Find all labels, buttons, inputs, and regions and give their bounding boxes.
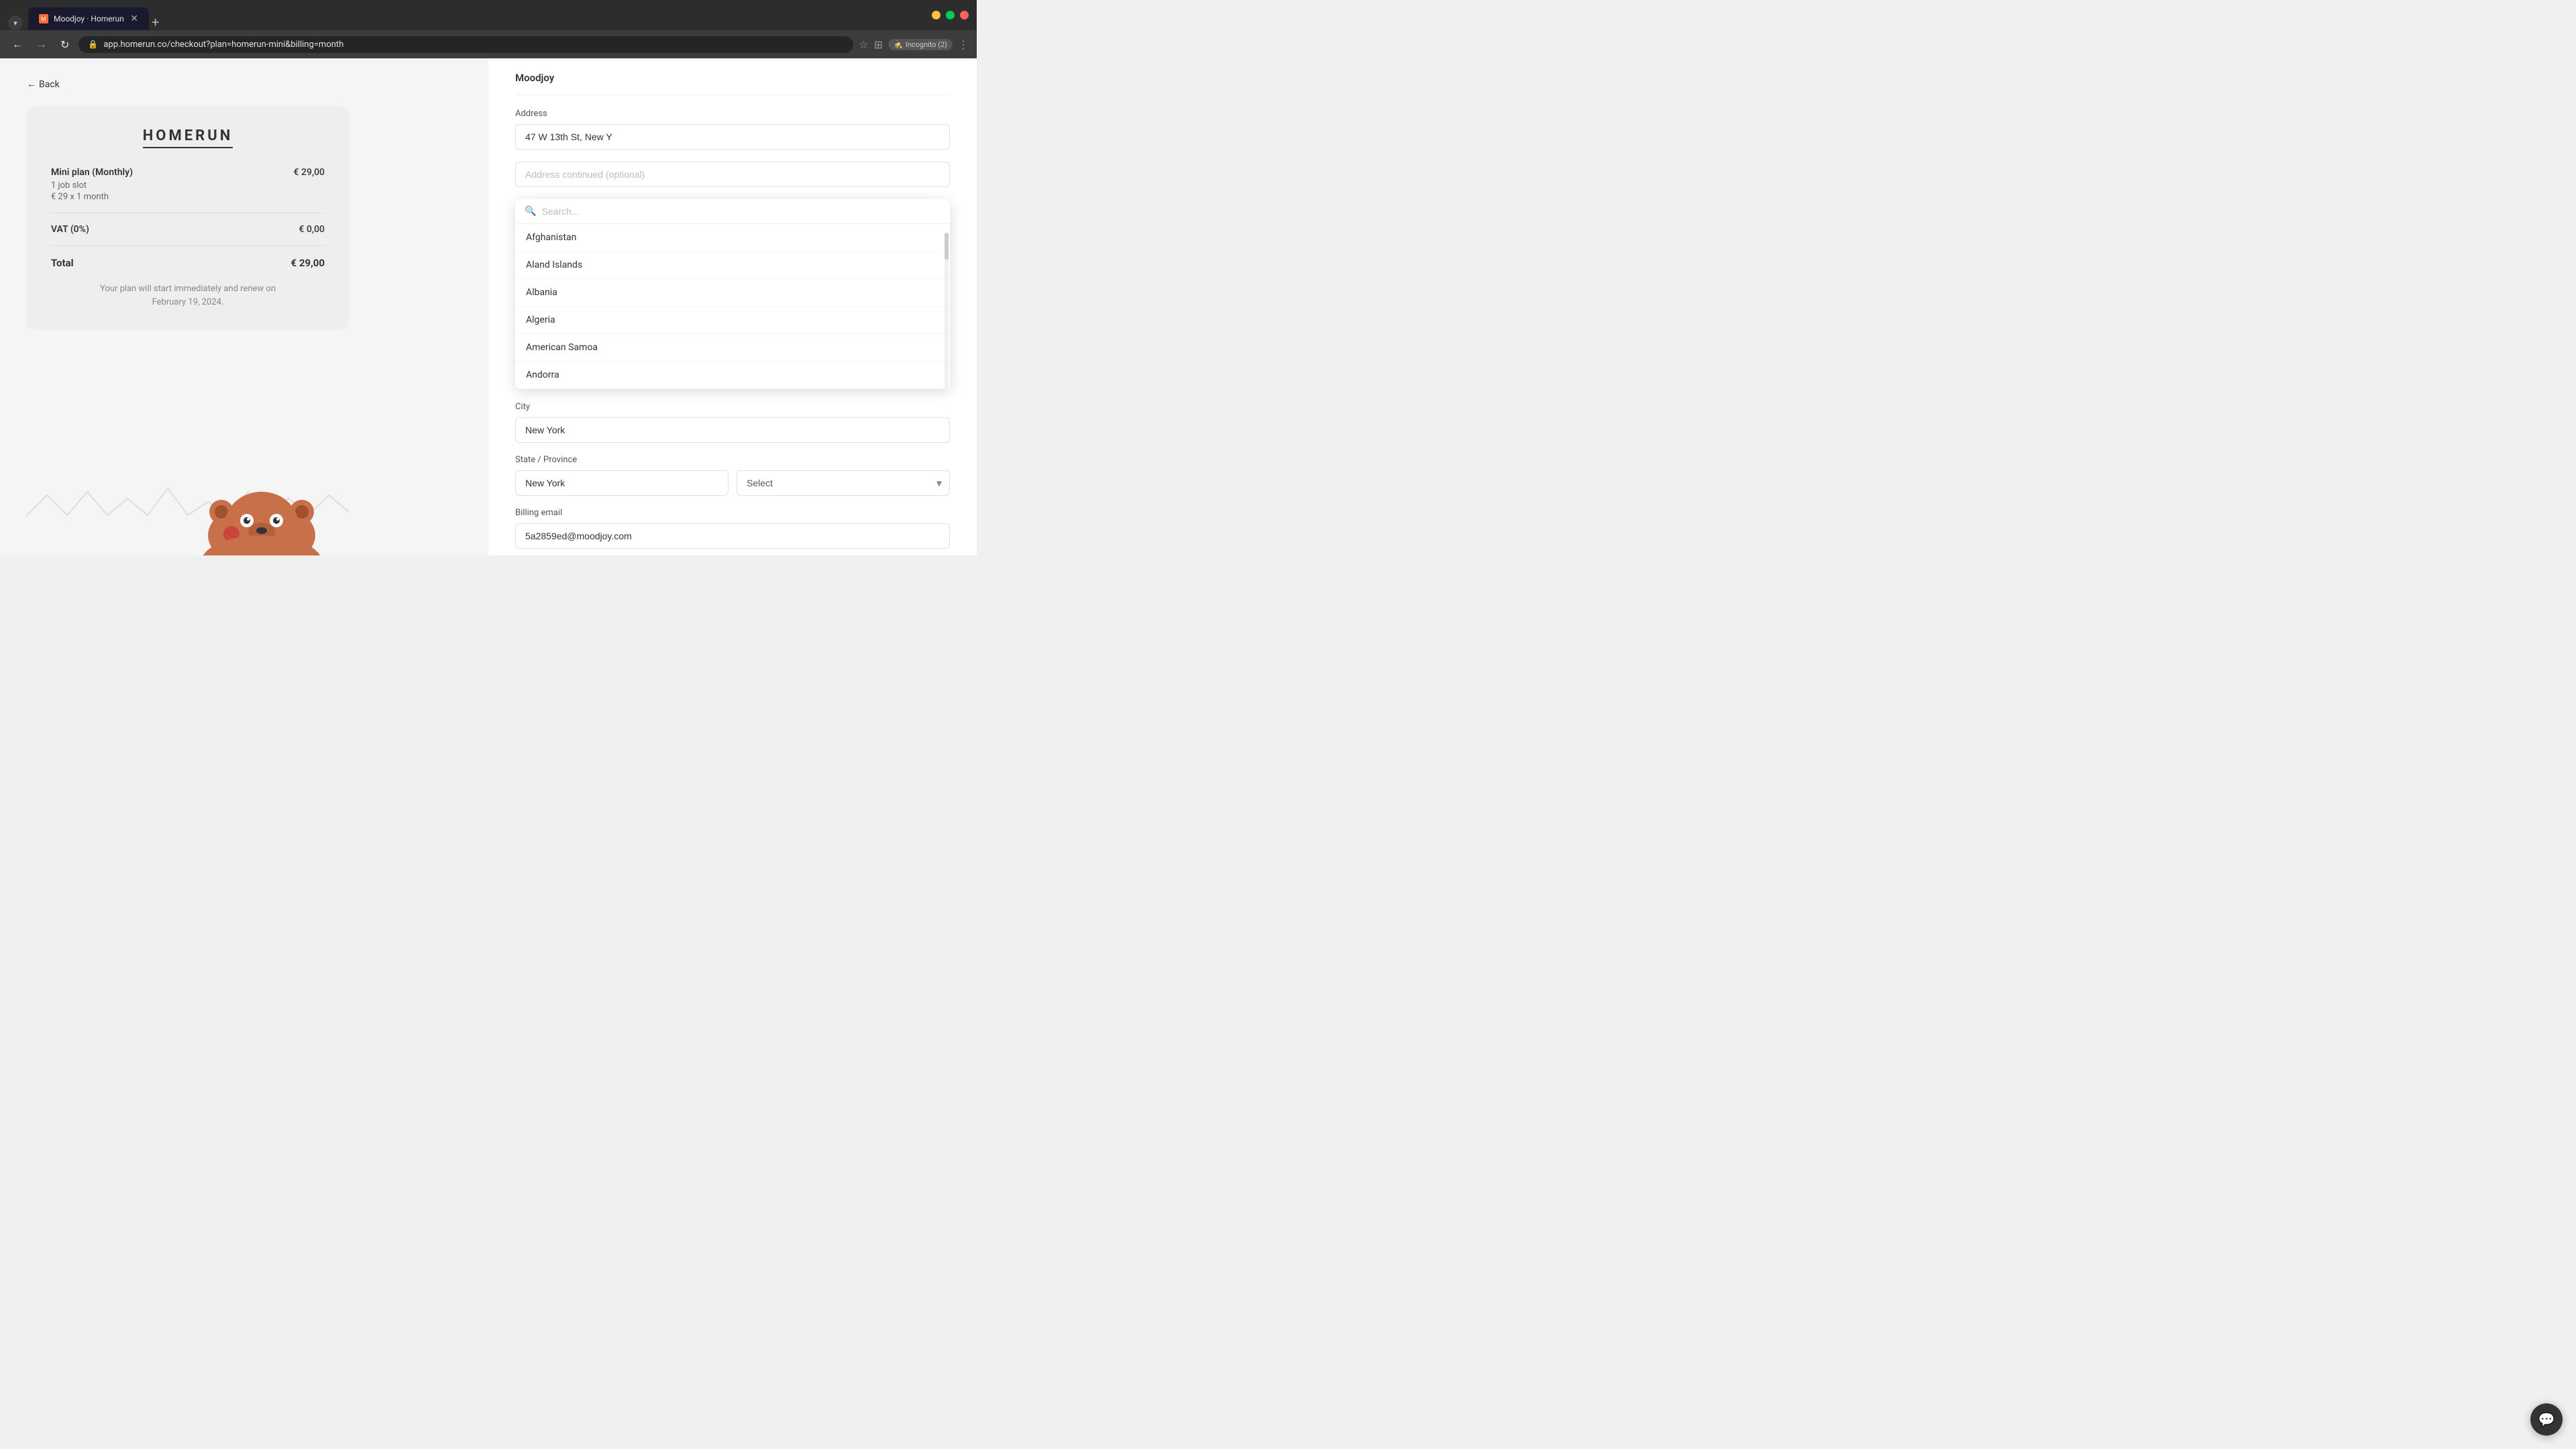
state-group: State / Province Select ▾ — [515, 455, 950, 496]
dropdown-scrollbar[interactable] — [945, 233, 949, 389]
bookmark-icon[interactable]: ☆ — [859, 38, 868, 51]
back-nav-button[interactable]: ← — [8, 35, 27, 54]
incognito-icon: 🕵 — [894, 40, 903, 49]
plan-label: Mini plan (Monthly) — [51, 167, 133, 178]
security-icon: 🔒 — [88, 40, 98, 49]
homerun-logo: HOMERUN — [51, 127, 325, 148]
reload-button[interactable]: ↻ — [56, 36, 73, 54]
renewal-text: Your plan will start immediately and ren… — [100, 284, 276, 307]
browser-chrome: ▾ M Moodjoy · Homerun ✕ + — [0, 0, 977, 30]
country-option-american-samoa[interactable]: American Samoa — [515, 334, 950, 362]
total-line: Total € 29,00 — [51, 257, 325, 269]
new-tab-button[interactable]: + — [152, 14, 159, 30]
job-slot-label: 1 job slot — [51, 180, 325, 191]
country-option-algeria[interactable]: Algeria — [515, 307, 950, 334]
right-panel: Moodjoy Address 🔍 Afghanistan Aland Isla… — [488, 58, 977, 555]
state-row: Select ▾ — [515, 470, 950, 496]
company-name: Moodjoy — [515, 58, 950, 95]
scrollbar-thumb — [945, 233, 949, 260]
total-label: Total — [51, 257, 74, 269]
chat-icon: 💬 — [2538, 1411, 2555, 1428]
minimize-button[interactable] — [932, 11, 941, 19]
renewal-notice: Your plan will start immediately and ren… — [51, 282, 325, 309]
order-card: HOMERUN Mini plan (Monthly) € 29,00 1 jo… — [27, 106, 349, 330]
left-panel: ← Back HOMERUN Mini plan (Monthly) € 29,… — [0, 58, 488, 555]
extensions-icon[interactable]: ⊞ — [874, 38, 883, 51]
maximize-button[interactable] — [946, 11, 955, 19]
total-amount: € 29,00 — [291, 257, 325, 269]
billing-email-group: Billing email — [515, 508, 950, 549]
plan-line: Mini plan (Monthly) € 29,00 — [51, 167, 325, 178]
state-input[interactable] — [515, 470, 729, 496]
mascot-area — [27, 475, 462, 555]
browser-actions: ☆ ⊞ 🕵 Incognito (2) ⋮ — [859, 38, 969, 51]
state-select[interactable]: Select — [737, 470, 950, 496]
country-list: Afghanistan Aland Islands Albania Algeri… — [515, 224, 950, 389]
country-option-albania[interactable]: Albania — [515, 279, 950, 307]
address-continued-input[interactable] — [515, 162, 950, 187]
billing-email-input[interactable] — [515, 523, 950, 549]
plan-price: € 29,00 — [294, 167, 325, 178]
vat-line: VAT (0%) € 0,00 — [51, 224, 325, 235]
city-group: City — [515, 402, 950, 443]
country-option-andorra[interactable]: Andorra — [515, 362, 950, 389]
address-continued-group — [515, 162, 950, 187]
dropdown-search-area: 🔍 — [515, 199, 950, 224]
country-dropdown[interactable]: 🔍 Afghanistan Aland Islands Albania Alge… — [515, 199, 950, 389]
vat-label: VAT (0%) — [51, 224, 89, 235]
menu-icon[interactable]: ⋮ — [958, 38, 969, 51]
address-group: Address — [515, 109, 950, 150]
city-label: City — [515, 402, 950, 412]
forward-nav-button[interactable]: → — [32, 35, 51, 54]
billing-email-label: Billing email — [515, 508, 950, 518]
back-arrow-icon: ← — [27, 78, 36, 90]
tab-switcher[interactable]: ▾ — [8, 15, 23, 30]
browser-tabs: ▾ M Moodjoy · Homerun ✕ + — [8, 0, 926, 30]
back-link[interactable]: ← Back — [27, 78, 462, 90]
vat-amount: € 0,00 — [299, 224, 325, 235]
close-window-button[interactable] — [960, 11, 969, 19]
chat-widget-button[interactable]: 💬 — [2530, 1403, 2563, 1436]
billing-cycle-label: € 29 x 1 month — [51, 192, 325, 202]
back-label: Back — [39, 79, 60, 90]
incognito-badge: 🕵 Incognito (2) — [888, 39, 953, 50]
country-option-afghanistan[interactable]: Afghanistan — [515, 224, 950, 252]
address-bar[interactable]: 🔒 app.homerun.co/checkout?plan=homerun-m… — [78, 36, 853, 53]
url-display: app.homerun.co/checkout?plan=homerun-min… — [103, 40, 343, 50]
page-content: ← Back HOMERUN Mini plan (Monthly) € 29,… — [0, 58, 977, 555]
search-icon: 🔍 — [525, 206, 536, 217]
city-input[interactable] — [515, 417, 950, 443]
address-label: Address — [515, 109, 950, 119]
country-search-input[interactable] — [541, 206, 941, 217]
active-tab[interactable]: M Moodjoy · Homerun ✕ — [28, 7, 149, 30]
homerun-logo-text: HOMERUN — [143, 127, 233, 148]
tab-favicon: M — [39, 14, 48, 23]
tab-title: Moodjoy · Homerun — [54, 14, 124, 23]
state-select-wrapper: Select ▾ — [737, 470, 950, 496]
tab-close-button[interactable]: ✕ — [130, 13, 138, 24]
address-input[interactable] — [515, 124, 950, 150]
state-label: State / Province — [515, 455, 950, 465]
country-option-aland-islands[interactable]: Aland Islands — [515, 252, 950, 279]
navigation-bar: ← → ↻ 🔒 app.homerun.co/checkout?plan=hom… — [0, 30, 977, 58]
